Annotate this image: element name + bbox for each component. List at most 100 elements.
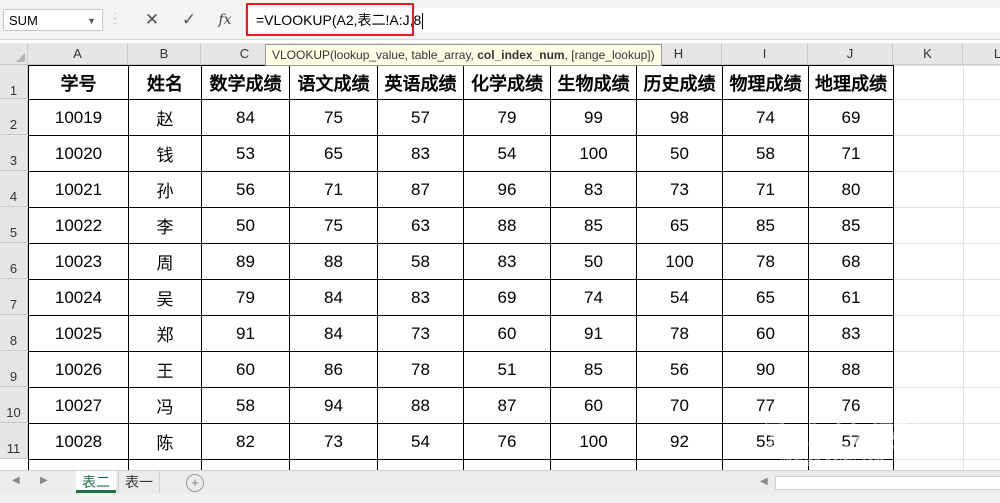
row-header-7[interactable]: 7 [0,279,28,315]
empty-cell[interactable] [893,65,964,100]
header-cell[interactable]: 化学成绩 [463,65,551,100]
empty-cell[interactable] [893,351,964,388]
table-cell[interactable]: 63 [377,207,464,244]
table-cell[interactable]: 56 [636,351,723,388]
row-header-4[interactable]: 4 [0,171,28,207]
table-cell[interactable]: 51 [463,351,551,388]
row-header-1[interactable]: 1 [0,65,28,99]
column-header-i[interactable]: I [722,43,808,65]
header-cell[interactable]: 地理成绩 [808,65,894,100]
table-cell[interactable]: 71 [289,171,378,208]
table-cell[interactable]: 10024 [28,279,129,316]
table-cell[interactable]: 71 [808,135,894,172]
table-cell[interactable]: 50 [636,135,723,172]
table-cell[interactable]: 71 [722,459,809,470]
table-cell[interactable]: 王 [128,351,202,388]
table-cell[interactable]: 60 [550,387,637,424]
table-cell[interactable]: 10027 [28,387,129,424]
table-cell[interactable]: 90 [722,351,809,388]
sheet-tab-2[interactable]: 表一 [118,471,160,493]
empty-cell[interactable] [893,423,964,460]
table-cell[interactable]: 褚 [128,459,202,470]
table-cell[interactable]: 78 [377,459,464,470]
table-cell[interactable]: 74 [463,459,551,470]
table-cell[interactable]: 58 [722,135,809,172]
row-header-3[interactable]: 3 [0,135,28,171]
table-cell[interactable]: 10025 [28,315,129,352]
row-header-8[interactable]: 8 [0,315,28,351]
table-cell[interactable]: 87 [377,171,464,208]
close-icon[interactable]: ✕ [139,8,165,32]
header-cell[interactable]: 学号 [28,65,129,100]
table-cell[interactable]: 99 [201,459,290,470]
table-cell[interactable]: 88 [289,243,378,280]
next-sheet-icon[interactable]: ▶ [40,475,48,486]
table-cell[interactable]: 10022 [28,207,129,244]
table-cell[interactable]: 78 [377,351,464,388]
table-cell[interactable]: 74 [550,279,637,316]
column-header-k[interactable]: K [893,43,963,65]
table-cell[interactable]: 91 [550,315,637,352]
table-cell[interactable]: 陈 [128,423,202,460]
column-header-l[interactable]: L [963,43,1000,65]
table-cell[interactable]: 73 [289,423,378,460]
empty-cell[interactable] [893,387,964,424]
table-cell[interactable]: 54 [377,423,464,460]
empty-cell[interactable] [963,243,1000,280]
row-header-11[interactable]: 11 [0,423,28,459]
table-cell[interactable]: 65 [289,135,378,172]
table-cell[interactable]: 56 [201,171,290,208]
table-cell[interactable]: 75 [289,99,378,136]
table-cell[interactable]: 93 [808,459,894,470]
table-cell[interactable]: 10020 [28,135,129,172]
scroll-left-icon[interactable]: ◀ [760,476,768,487]
table-cell[interactable]: 李 [128,207,202,244]
table-cell[interactable]: 84 [289,279,378,316]
header-cell[interactable]: 生物成绩 [550,65,637,100]
table-cell[interactable]: 85 [722,207,809,244]
table-cell[interactable]: 10028 [28,423,129,460]
add-sheet-icon[interactable]: + [186,474,204,492]
formula-input[interactable]: =VLOOKUP(A2,表二!A:J,8 [245,8,1000,32]
table-cell[interactable]: 92 [636,423,723,460]
table-cell[interactable]: 赵 [128,99,202,136]
table-cell[interactable]: 孙 [128,171,202,208]
table-cell[interactable]: 76 [808,387,894,424]
horizontal-scrollbar[interactable] [775,476,1000,490]
empty-cell[interactable] [893,207,964,244]
table-cell[interactable]: 71 [722,171,809,208]
worksheet-grid[interactable]: 学号 姓名 数学成绩 语文成绩 英语成绩 化学成绩 生物成绩 历史成绩 物理成绩 地理成绩 1001… [28,65,1000,470]
table-cell[interactable]: 50 [201,207,290,244]
table-cell[interactable]: 80 [808,171,894,208]
table-cell[interactable]: 99 [550,99,637,136]
row-header-2[interactable]: 2 [0,99,28,135]
empty-cell[interactable] [893,315,964,352]
empty-cell[interactable] [963,387,1000,424]
header-cell[interactable]: 物理成绩 [722,65,809,100]
table-cell[interactable]: 58 [201,387,290,424]
table-cell[interactable]: 83 [550,171,637,208]
table-cell[interactable]: 10029 [28,459,129,470]
drag-handle-icon[interactable]: · · · [112,9,118,29]
table-cell[interactable]: 83 [377,135,464,172]
column-header-a[interactable]: A [28,43,128,65]
empty-cell[interactable] [963,279,1000,316]
table-cell[interactable]: 78 [636,315,723,352]
row-header-10[interactable]: 10 [0,387,28,423]
table-cell[interactable]: 65 [722,279,809,316]
table-cell[interactable]: 54 [463,135,551,172]
header-cell[interactable]: 数学成绩 [201,65,290,100]
insert-function-icon[interactable]: fx [212,8,238,32]
empty-cell[interactable] [963,207,1000,244]
table-cell[interactable]: 85 [808,207,894,244]
table-cell[interactable]: 81 [636,459,723,470]
table-cell[interactable]: 100 [550,423,637,460]
table-cell[interactable]: 60 [201,351,290,388]
table-cell[interactable]: 76 [463,423,551,460]
empty-cell[interactable] [963,65,1000,100]
table-cell[interactable]: 68 [808,243,894,280]
header-cell[interactable]: 姓名 [128,65,202,100]
chevron-down-icon[interactable]: ▼ [87,10,96,32]
select-all-corner[interactable] [0,43,28,65]
table-cell[interactable]: 100 [636,243,723,280]
